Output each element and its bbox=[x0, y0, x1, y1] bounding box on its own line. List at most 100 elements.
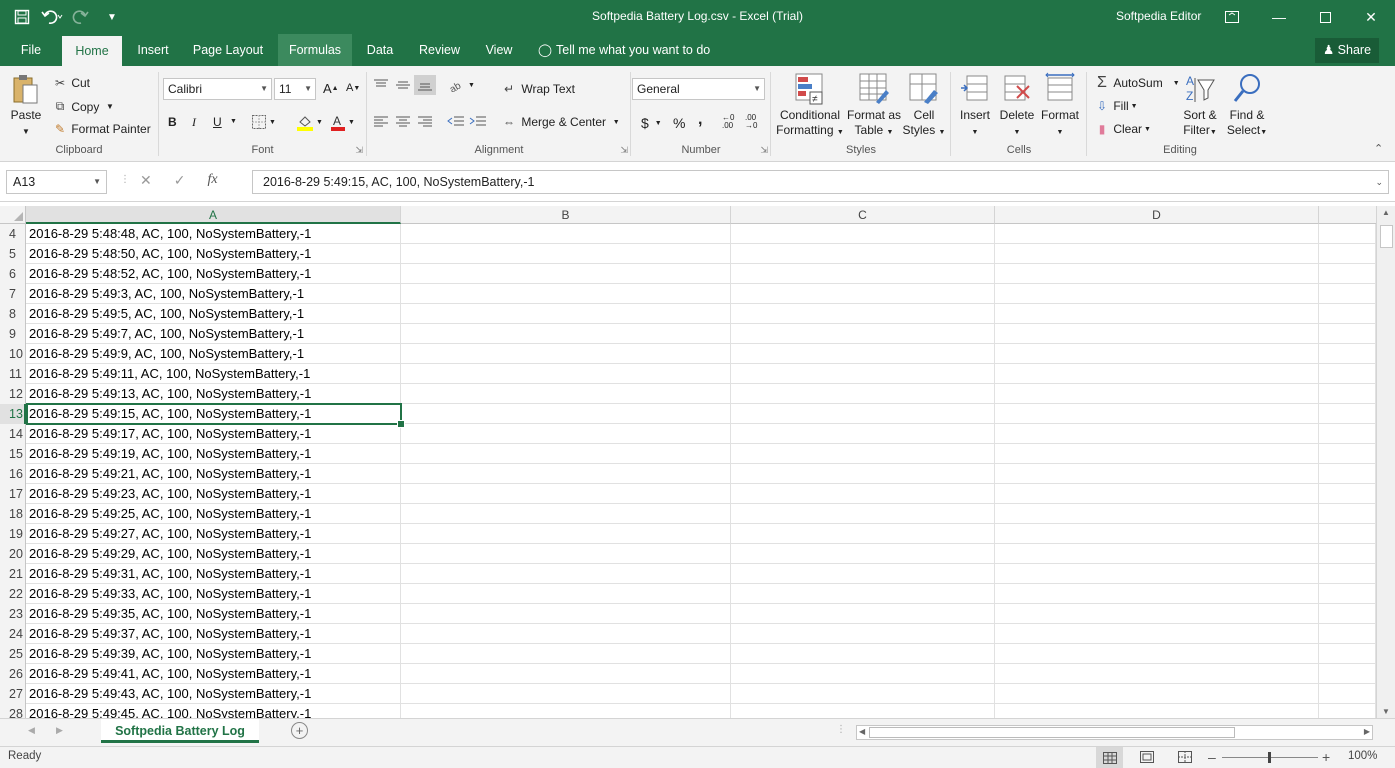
cell-a[interactable]: 2016-8-29 5:49:3, AC, 100, NoSystemBatte… bbox=[26, 284, 401, 304]
cell-e[interactable] bbox=[1319, 684, 1376, 704]
cell-b[interactable] bbox=[401, 604, 731, 624]
tab-file[interactable]: File bbox=[10, 34, 52, 66]
cell-b[interactable] bbox=[401, 424, 731, 444]
delete-cells-button[interactable]: Delete ▼ bbox=[996, 72, 1038, 140]
cell-d[interactable] bbox=[995, 424, 1319, 444]
scroll-left-icon[interactable]: ◀ bbox=[859, 727, 865, 736]
decrease-indent-icon[interactable] bbox=[447, 115, 465, 129]
cell-d[interactable] bbox=[995, 324, 1319, 344]
cell-b[interactable] bbox=[401, 644, 731, 664]
cut-button[interactable]: ✂ Cut bbox=[52, 76, 90, 90]
cell-e[interactable] bbox=[1319, 504, 1376, 524]
increase-font-size-button[interactable]: A ▲ bbox=[323, 81, 339, 96]
currency-button[interactable]: $ ▼ bbox=[641, 115, 662, 131]
cell-a[interactable]: 2016-8-29 5:48:48, AC, 100, NoSystemBatt… bbox=[26, 224, 401, 244]
maximize-icon[interactable] bbox=[1302, 0, 1348, 34]
cell-a[interactable]: 2016-8-29 5:49:35, AC, 100, NoSystemBatt… bbox=[26, 604, 401, 624]
row-header[interactable]: 14 bbox=[0, 424, 26, 444]
cell-d[interactable] bbox=[995, 444, 1319, 464]
row-header[interactable]: 21 bbox=[0, 564, 26, 584]
tell-me-box[interactable]: ◯ Tell me what you want to do bbox=[538, 34, 718, 66]
copy-button[interactable]: ⧉ Copy ▼ bbox=[52, 99, 114, 114]
page-break-view-icon[interactable] bbox=[1178, 751, 1192, 766]
insert-function-icon[interactable]: fx bbox=[207, 172, 217, 189]
cell-d[interactable] bbox=[995, 584, 1319, 604]
vertical-scroll-thumb[interactable] bbox=[1380, 225, 1393, 248]
cell-b[interactable] bbox=[401, 224, 731, 244]
cell-c[interactable] bbox=[731, 704, 995, 718]
decrease-font-size-button[interactable]: A ▼ bbox=[346, 82, 360, 94]
cell-e[interactable] bbox=[1319, 524, 1376, 544]
cell-c[interactable] bbox=[731, 664, 995, 684]
row-header[interactable]: 27 bbox=[0, 684, 26, 704]
middle-align-icon[interactable] bbox=[395, 78, 411, 92]
font-color-icon[interactable]: A ▼ bbox=[330, 113, 355, 131]
row-header[interactable]: 16 bbox=[0, 464, 26, 484]
row-header[interactable]: 13 bbox=[0, 404, 26, 424]
row-header[interactable]: 8 bbox=[0, 304, 26, 324]
expand-formula-bar-icon[interactable]: ⌄ bbox=[1375, 171, 1383, 193]
column-header-d[interactable]: D bbox=[995, 206, 1319, 224]
tab-split-handle[interactable]: ⋮ bbox=[836, 724, 846, 735]
row-header[interactable]: 9 bbox=[0, 324, 26, 344]
autosum-button[interactable]: Σ AutoSum ▼ bbox=[1094, 74, 1180, 92]
dialog-launcher-icon[interactable]: ⇲ bbox=[760, 145, 768, 156]
cell-e[interactable] bbox=[1319, 604, 1376, 624]
cancel-icon[interactable]: ✕ bbox=[140, 172, 152, 189]
cell-d[interactable] bbox=[995, 504, 1319, 524]
cell-c[interactable] bbox=[731, 484, 995, 504]
cell-e[interactable] bbox=[1319, 244, 1376, 264]
row-header[interactable]: 5 bbox=[0, 244, 26, 264]
row-header[interactable]: 12 bbox=[0, 384, 26, 404]
tab-formulas[interactable]: Formulas bbox=[278, 34, 352, 66]
horizontal-scrollbar[interactable]: ◀ ▶ bbox=[856, 725, 1373, 740]
find-select-button[interactable]: Find & Select▼ bbox=[1224, 72, 1270, 140]
cell-a[interactable]: 2016-8-29 5:49:19, AC, 100, NoSystemBatt… bbox=[26, 444, 401, 464]
cell-b[interactable] bbox=[401, 484, 731, 504]
row-header[interactable]: 23 bbox=[0, 604, 26, 624]
align-center-icon[interactable] bbox=[395, 115, 411, 129]
row-header[interactable]: 24 bbox=[0, 624, 26, 644]
bold-button[interactable]: B bbox=[168, 115, 177, 129]
format-painter-button[interactable]: ✎ Format Painter bbox=[52, 122, 151, 136]
cell-d[interactable] bbox=[995, 304, 1319, 324]
cell-d[interactable] bbox=[995, 524, 1319, 544]
cell-a[interactable]: 2016-8-29 5:49:43, AC, 100, NoSystemBatt… bbox=[26, 684, 401, 704]
row-header[interactable]: 26 bbox=[0, 664, 26, 684]
percent-button[interactable]: % bbox=[673, 115, 685, 131]
cell-d[interactable] bbox=[995, 644, 1319, 664]
conditional-formatting-button[interactable]: ≠ Conditional Formatting ▼ bbox=[774, 72, 846, 140]
cell-e[interactable] bbox=[1319, 664, 1376, 684]
cell-e[interactable] bbox=[1319, 444, 1376, 464]
row-header[interactable]: 4 bbox=[0, 224, 26, 244]
cell-a[interactable]: 2016-8-29 5:49:41, AC, 100, NoSystemBatt… bbox=[26, 664, 401, 684]
cell-b[interactable] bbox=[401, 364, 731, 384]
tab-review[interactable]: Review bbox=[412, 34, 467, 66]
prev-sheet-icon[interactable]: ◀ bbox=[28, 725, 35, 736]
column-header-e[interactable] bbox=[1319, 206, 1376, 224]
cell-b[interactable] bbox=[401, 324, 731, 344]
row-header[interactable]: 22 bbox=[0, 584, 26, 604]
clear-button[interactable]: ▮ Clear ▼ bbox=[1094, 122, 1151, 136]
decrease-decimal-icon[interactable]: .00 →0 bbox=[745, 114, 757, 130]
zoom-in-icon[interactable]: + bbox=[1322, 749, 1330, 765]
cell-e[interactable] bbox=[1319, 304, 1376, 324]
cell-e[interactable] bbox=[1319, 644, 1376, 664]
row-header[interactable]: 20 bbox=[0, 544, 26, 564]
new-sheet-icon[interactable]: + bbox=[291, 722, 308, 739]
cell-b[interactable] bbox=[401, 584, 731, 604]
collapse-ribbon-icon[interactable]: ⌃ bbox=[1374, 142, 1383, 155]
cell-d[interactable] bbox=[995, 344, 1319, 364]
align-left-icon[interactable] bbox=[373, 115, 389, 129]
normal-view-icon[interactable] bbox=[1096, 747, 1123, 768]
row-header[interactable]: 17 bbox=[0, 484, 26, 504]
cell-a[interactable]: 2016-8-29 5:49:17, AC, 100, NoSystemBatt… bbox=[26, 424, 401, 444]
cell-b[interactable] bbox=[401, 624, 731, 644]
cell-e[interactable] bbox=[1319, 584, 1376, 604]
cell-b[interactable] bbox=[401, 264, 731, 284]
cell-d[interactable] bbox=[995, 264, 1319, 284]
cell-c[interactable] bbox=[731, 224, 995, 244]
fill-button[interactable]: ⇩ Fill ▼ bbox=[1094, 99, 1138, 113]
merge-center-button[interactable]: ⇔ Merge & Center ▼ bbox=[500, 115, 620, 129]
cell-a[interactable]: 2016-8-29 5:49:21, AC, 100, NoSystemBatt… bbox=[26, 464, 401, 484]
